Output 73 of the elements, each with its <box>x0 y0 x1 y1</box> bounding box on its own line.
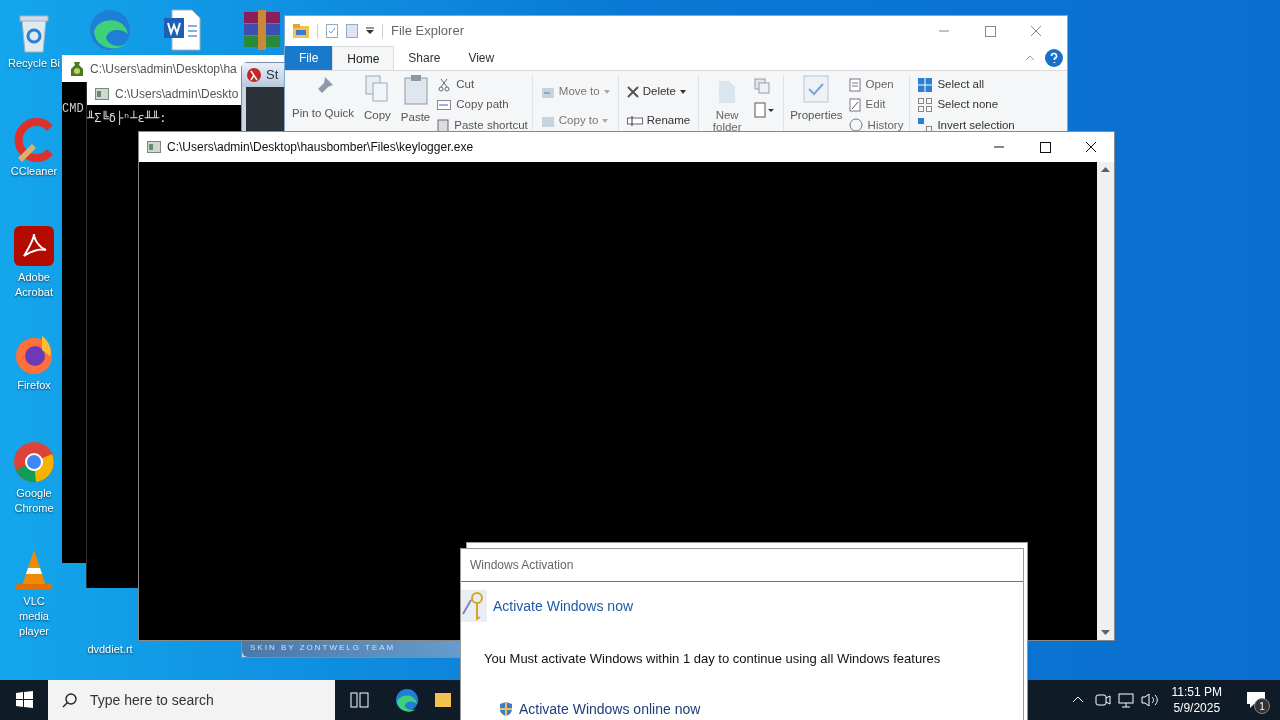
ribbon-button[interactable]: Rename <box>626 112 691 130</box>
file-menu-tab[interactable]: File <box>285 46 333 70</box>
clipboard-icon <box>403 75 428 105</box>
window-title: C:\Users\admin\Desktop\hausbomber\Files\keylogger.exe <box>167 139 474 156</box>
clock-icon <box>848 118 863 133</box>
document-icon <box>162 8 202 52</box>
ribbon-tab[interactable]: Share <box>394 46 455 70</box>
grid-outline-icon <box>918 97 933 112</box>
lambda-icon <box>246 67 262 83</box>
ribbon-button[interactable]: Delete <box>626 83 691 101</box>
rename-icon <box>626 115 643 126</box>
search-field[interactable]: Type here to search <box>48 680 335 720</box>
ribbon-button[interactable]: Invert selection <box>918 116 1015 134</box>
shield-icon <box>499 701 513 717</box>
ribbon-button[interactable]: Pin to Quick <box>289 75 357 123</box>
console-text: ╨Σ╚δ├ⁿ┴ε╨╨: <box>87 109 167 127</box>
window-title: C:\Users\admin\Deskto <box>115 85 239 103</box>
ribbon-tab[interactable]: View <box>454 46 509 70</box>
ribbon-button[interactable]: Edit <box>848 96 904 114</box>
scissors-icon <box>437 77 452 92</box>
ribbon-button[interactable]: Open <box>848 76 904 94</box>
caret-icon <box>602 118 609 123</box>
caret-icon <box>679 89 686 94</box>
collapse-ribbon-icon[interactable] <box>1025 55 1035 61</box>
keys-icon <box>461 590 487 622</box>
ribbon-button[interactable]: Copy path <box>437 96 528 114</box>
notification-count: 1 <box>1254 698 1270 714</box>
ribbon-button[interactable]: Paste shortcut <box>437 116 528 134</box>
dialog-heading: Activate Windows now <box>493 596 634 616</box>
edit-icon <box>848 97 861 112</box>
console-app-icon <box>147 141 161 153</box>
properties-check-icon <box>326 24 338 38</box>
ribbon-button[interactable]: History <box>848 116 904 134</box>
path-icon <box>437 99 452 110</box>
dialog-title: Windows Activation <box>470 557 574 574</box>
window-title: C:\Users\admin\Desktop\ha <box>90 60 237 78</box>
caret-icon <box>603 89 610 94</box>
clock-date[interactable]: 5/9/2025 <box>1173 700 1221 716</box>
ribbon-button[interactable]: Select none <box>918 96 1015 114</box>
skin-credit: SKIN BY ZONTWELG TEAM <box>250 642 396 654</box>
check-page-icon <box>803 75 830 103</box>
brush-c-icon <box>12 118 56 162</box>
window-title: St <box>266 66 279 85</box>
help-icon[interactable] <box>1045 49 1063 67</box>
console-text: CMD <box>62 101 84 118</box>
chrome-ball-icon <box>12 440 56 484</box>
ribbon-button[interactable]: Copy to <box>540 112 610 130</box>
open-doc-icon <box>848 77 861 92</box>
activate-online-link[interactable]: Activate Windows online now <box>461 668 1023 720</box>
pdf-app-icon <box>12 224 56 268</box>
dropdown-icon[interactable] <box>366 27 374 35</box>
search-icon <box>62 692 78 708</box>
scrollbar[interactable] <box>1097 162 1114 640</box>
scroll-down-icon[interactable] <box>1101 630 1110 636</box>
console-app-icon <box>95 87 109 100</box>
ribbon-button[interactable]: New folder <box>707 75 748 133</box>
browser-icon <box>88 8 132 52</box>
ribbon-button[interactable]: Copy <box>361 75 394 125</box>
dialog-message: You Must activate Windows within 1 day to continue using all Windows features <box>483 650 942 668</box>
ribbon-button[interactable]: Cut <box>437 76 528 94</box>
grid-icon <box>918 77 933 92</box>
ribbon-tab[interactable]: Home <box>332 46 395 70</box>
scroll-up-icon[interactable] <box>1101 166 1110 172</box>
ribbon-button[interactable]: Move to <box>540 83 610 101</box>
easy-access-icon[interactable] <box>753 101 776 119</box>
delete-icon <box>626 85 639 98</box>
bag-icon <box>70 60 84 77</box>
window-title: File Explorer <box>391 22 464 41</box>
clock-time[interactable]: 11:51 PM <box>1171 684 1222 700</box>
ribbon-button[interactable]: Select all <box>918 76 1015 94</box>
ribbon-button[interactable]: Properties <box>790 75 843 125</box>
copy-pages-icon <box>365 75 390 103</box>
ribbon-button[interactable]: Paste <box>397 75 434 127</box>
